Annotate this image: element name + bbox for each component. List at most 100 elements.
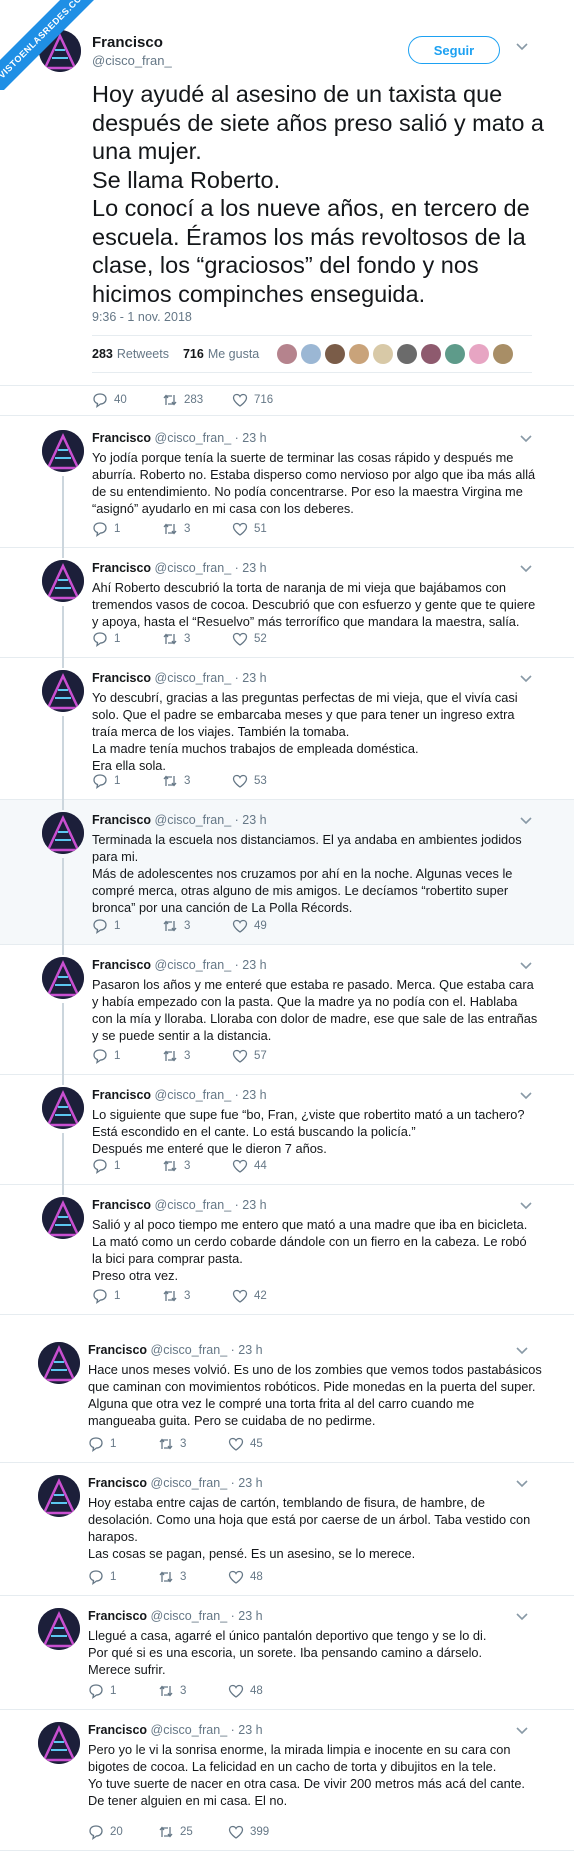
author-meta[interactable]: @cisco_fran_ · 23 h [151, 1723, 263, 1737]
follow-button[interactable]: Seguir [408, 36, 500, 64]
reply-tweet[interactable]: Francisco @cisco_fran_ · 23 h Ahí Roberto… [0, 548, 574, 658]
reply-tweet[interactable]: Francisco @cisco_fran_ · 23 h Llegué a ca… [0, 1596, 574, 1710]
retweet-button[interactable]: 3 [158, 1436, 228, 1452]
retweet-button[interactable]: 3 [162, 773, 232, 789]
like-button[interactable]: 42 [232, 1288, 302, 1304]
reply-tweet[interactable]: Francisco @cisco_fran_ · 23 h Salió y al … [0, 1185, 574, 1315]
avatar[interactable] [42, 670, 84, 712]
chevron-down-icon[interactable] [516, 1726, 528, 1738]
author-name[interactable]: Francisco [88, 1343, 147, 1357]
reply-button[interactable]: 1 [88, 1569, 158, 1585]
author-meta[interactable]: @cisco_fran_ · 23 h [155, 1198, 267, 1212]
retweet-button[interactable]: 3 [162, 1158, 232, 1174]
reply-button[interactable]: 1 [88, 1436, 158, 1452]
like-button[interactable]: 49 [232, 918, 302, 934]
reply-button[interactable]: 40 [92, 392, 162, 408]
chevron-down-icon[interactable] [520, 961, 532, 973]
retweets-label[interactable]: Retweets [117, 347, 169, 361]
like-button[interactable]: 44 [232, 1158, 302, 1174]
author-name[interactable]: Francisco [92, 1088, 151, 1102]
author-name[interactable]: Francisco [88, 1476, 147, 1490]
author-name[interactable]: Francisco [92, 1198, 151, 1212]
liker-avatar[interactable] [277, 344, 298, 364]
author-name[interactable]: Francisco [92, 958, 151, 972]
reply-tweet[interactable]: Francisco @cisco_fran_ · 23 h Hoy estaba … [0, 1463, 574, 1596]
liker-avatar[interactable] [445, 344, 466, 364]
liker-avatar[interactable] [373, 344, 394, 364]
liker-avatar[interactable] [493, 344, 514, 364]
likes-label[interactable]: Me gusta [208, 347, 259, 361]
author-meta[interactable]: @cisco_fran_ · 23 h [151, 1609, 263, 1623]
chevron-down-icon[interactable] [520, 564, 532, 576]
retweet-button[interactable]: 3 [162, 1048, 232, 1064]
chevron-down-icon[interactable] [520, 816, 532, 828]
author-meta[interactable]: @cisco_fran_ · 23 h [151, 1476, 263, 1490]
reply-button[interactable]: 1 [92, 1158, 162, 1174]
avatar[interactable] [42, 430, 84, 472]
chevron-down-icon[interactable] [516, 42, 528, 54]
avatar[interactable] [42, 560, 84, 602]
author-meta[interactable]: @cisco_fran_ · 23 h [151, 1343, 263, 1357]
like-button[interactable]: 399 [228, 1824, 298, 1840]
author-meta[interactable]: @cisco_fran_ · 23 h [155, 431, 267, 445]
like-button[interactable]: 48 [228, 1569, 298, 1585]
reply-button[interactable]: 1 [88, 1683, 158, 1699]
retweets-count[interactable]: 283 [92, 347, 113, 361]
reply-button[interactable]: 1 [92, 631, 162, 647]
tweet-timestamp[interactable]: 9:36 - 1 nov. 2018 [92, 310, 192, 324]
avatar[interactable] [38, 1342, 80, 1384]
reply-button[interactable]: 1 [92, 1288, 162, 1304]
retweet-button[interactable]: 25 [158, 1824, 228, 1840]
reply-tweet[interactable]: Francisco @cisco_fran_ · 23 h Yo jodía po… [0, 418, 574, 548]
author-meta[interactable]: @cisco_fran_ · 23 h [155, 561, 267, 575]
like-button[interactable]: 51 [232, 521, 302, 537]
author-meta[interactable]: @cisco_fran_ · 23 h [155, 671, 267, 685]
avatar[interactable] [42, 1197, 84, 1239]
reply-button[interactable]: 1 [92, 773, 162, 789]
author-name[interactable]: Francisco [88, 1609, 147, 1623]
like-button[interactable]: 53 [232, 773, 302, 789]
chevron-down-icon[interactable] [520, 1091, 532, 1103]
retweet-button[interactable]: 3 [158, 1683, 228, 1699]
chevron-down-icon[interactable] [520, 674, 532, 686]
reply-tweet[interactable]: Francisco @cisco_fran_ · 23 h Yo descubrí… [0, 658, 574, 800]
likes-count[interactable]: 716 [183, 347, 204, 361]
reply-button[interactable]: 1 [92, 918, 162, 934]
avatar[interactable] [38, 1608, 80, 1650]
reply-tweet[interactable]: Francisco @cisco_fran_ · 23 h Lo siguient… [0, 1075, 574, 1185]
author-meta[interactable]: @cisco_fran_ · 23 h [155, 958, 267, 972]
retweet-button[interactable]: 3 [162, 521, 232, 537]
author-name[interactable]: Francisco [92, 431, 151, 445]
author-name[interactable]: Francisco [92, 671, 151, 685]
liker-avatar[interactable] [421, 344, 442, 364]
chevron-down-icon[interactable] [516, 1612, 528, 1624]
author-name[interactable]: Francisco [92, 561, 151, 575]
chevron-down-icon[interactable] [520, 1201, 532, 1213]
reply-tweet[interactable]: Francisco @cisco_fran_ · 23 h Terminada l… [0, 800, 574, 945]
like-button[interactable]: 57 [232, 1048, 302, 1064]
reply-tweet[interactable]: Francisco @cisco_fran_ · 23 h Pasaron los… [0, 945, 574, 1075]
reply-button[interactable]: 1 [92, 1048, 162, 1064]
avatar[interactable] [38, 1475, 80, 1517]
liker-avatar[interactable] [301, 344, 322, 364]
like-button[interactable]: 52 [232, 631, 302, 647]
liker-avatar[interactable] [349, 344, 370, 364]
retweet-button[interactable]: 3 [162, 918, 232, 934]
avatar[interactable] [42, 1087, 84, 1129]
reply-tweet[interactable]: Francisco @cisco_fran_ · 23 h Pero yo le … [0, 1710, 574, 1851]
author-name[interactable]: Francisco [88, 1723, 147, 1737]
like-button[interactable]: 45 [228, 1436, 298, 1452]
like-button[interactable]: 48 [228, 1683, 298, 1699]
liker-avatar[interactable] [325, 344, 346, 364]
avatar[interactable] [42, 957, 84, 999]
retweet-button[interactable]: 3 [162, 1288, 232, 1304]
liker-avatar[interactable] [397, 344, 418, 364]
author-name[interactable]: Francisco [92, 813, 151, 827]
avatar[interactable] [42, 812, 84, 854]
retweet-button[interactable]: 283 [162, 392, 232, 408]
reply-tweet[interactable]: Francisco @cisco_fran_ · 23 h Hace unos m… [0, 1330, 574, 1463]
chevron-down-icon[interactable] [516, 1479, 528, 1491]
author-meta[interactable]: @cisco_fran_ · 23 h [155, 1088, 267, 1102]
chevron-down-icon[interactable] [516, 1346, 528, 1358]
chevron-down-icon[interactable] [520, 434, 532, 446]
